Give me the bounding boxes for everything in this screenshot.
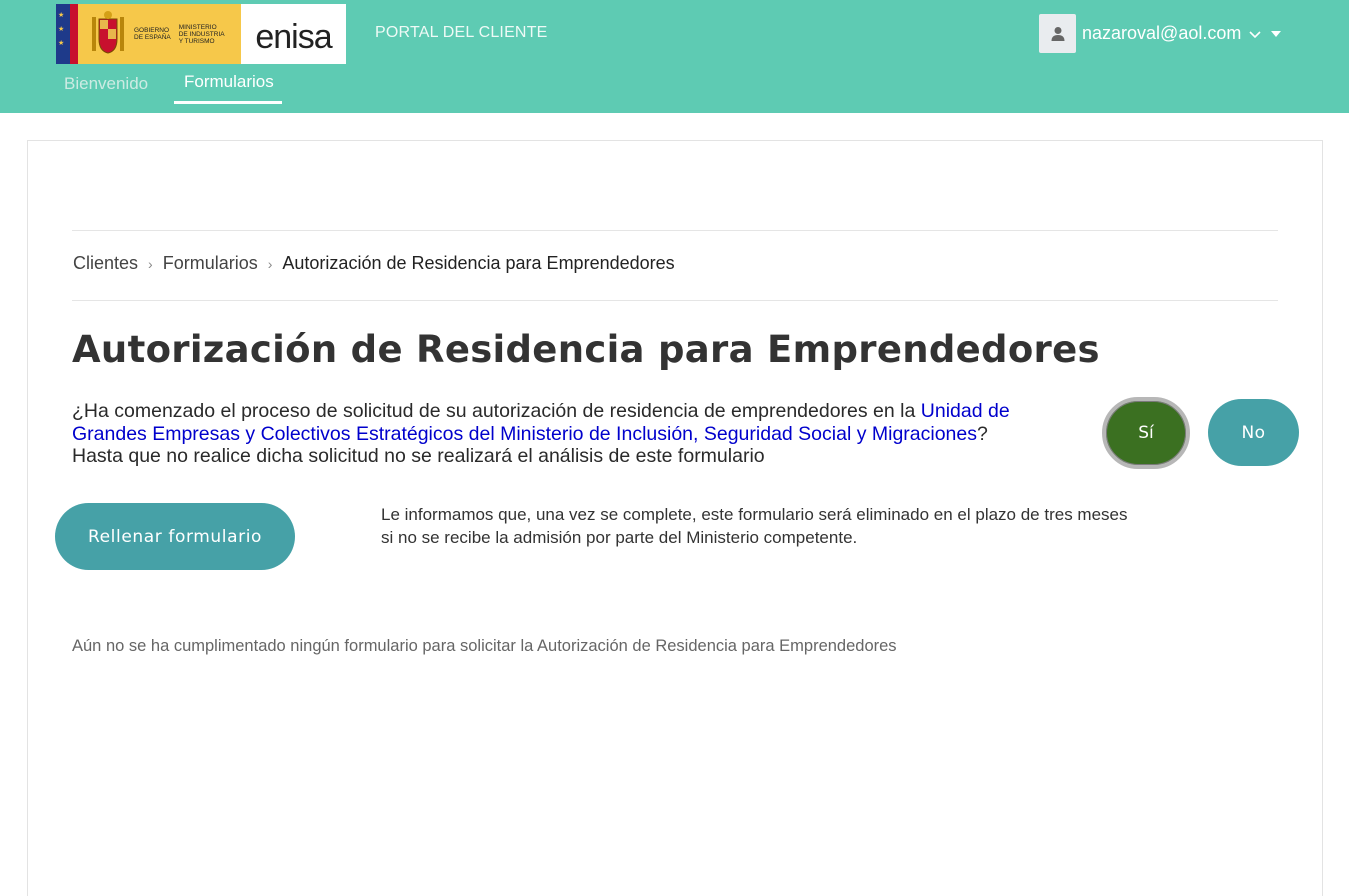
yes-button[interactable]: Sí	[1102, 397, 1190, 469]
coat-of-arms-icon	[92, 11, 124, 54]
top-header: ★ ★ ★ GOBIERNO DE ESPAÑA MINISTERIO DE I…	[0, 0, 1349, 113]
question-pre: ¿Ha comenzado el proceso de solicitud de…	[72, 400, 921, 422]
ministerio-text: MINISTERIO DE INDUSTRIA Y TURISMO	[178, 23, 225, 45]
chevron-right-icon: ›	[148, 255, 153, 272]
fill-form-button[interactable]: Rellenar formulario	[55, 503, 295, 570]
breadcrumb: Clientes › Formularios › Autorización de…	[73, 253, 675, 274]
tab-bienvenido[interactable]: Bienvenido	[64, 74, 148, 94]
active-tab-indicator	[174, 101, 282, 104]
question-note: Hasta que no realice dicha solicitud no …	[72, 445, 765, 467]
gobierno-logo: ★ ★ ★ GOBIERNO DE ESPAÑA MINISTERIO DE I…	[56, 4, 241, 64]
user-icon[interactable]	[1039, 14, 1076, 53]
chevron-right-icon: ›	[267, 255, 273, 272]
dropdown-caret-icon[interactable]	[1271, 30, 1282, 37]
eu-flag-stripe: ★ ★ ★	[56, 4, 78, 64]
question-post: ?	[977, 422, 988, 445]
user-email[interactable]: nazaroval@aol.com	[1082, 23, 1241, 44]
portal-label: PORTAL DEL CLIENTE	[375, 24, 548, 41]
divider-top	[72, 230, 1278, 231]
info-text: Le informamos que, una vez se complete, …	[381, 505, 1128, 547]
chevron-down-icon[interactable]	[1247, 26, 1263, 42]
gobierno-text: GOBIERNO DE ESPAÑA	[134, 27, 171, 41]
tab-formularios[interactable]: Formularios	[184, 72, 274, 92]
no-button[interactable]: No	[1208, 399, 1299, 466]
page-title: Autorización de Residencia para Emprende…	[72, 328, 1100, 371]
question-text: ¿Ha comenzado el proceso de solicitud de…	[72, 400, 1082, 468]
user-menu[interactable]: nazaroval@aol.com	[1039, 14, 1282, 53]
breadcrumb-clientes[interactable]: Clientes	[73, 253, 138, 274]
divider-bottom	[72, 300, 1278, 301]
breadcrumb-current: Autorización de Residencia para Emprende…	[282, 253, 675, 273]
gov-enisa-logo[interactable]: ★ ★ ★ GOBIERNO DE ESPAÑA MINISTERIO DE I…	[56, 4, 346, 64]
breadcrumb-formularios[interactable]: Formularios	[163, 253, 258, 274]
enisa-logo: enisa	[241, 4, 346, 64]
empty-forms-message: Aún no se ha cumplimentado ningún formul…	[72, 637, 897, 655]
